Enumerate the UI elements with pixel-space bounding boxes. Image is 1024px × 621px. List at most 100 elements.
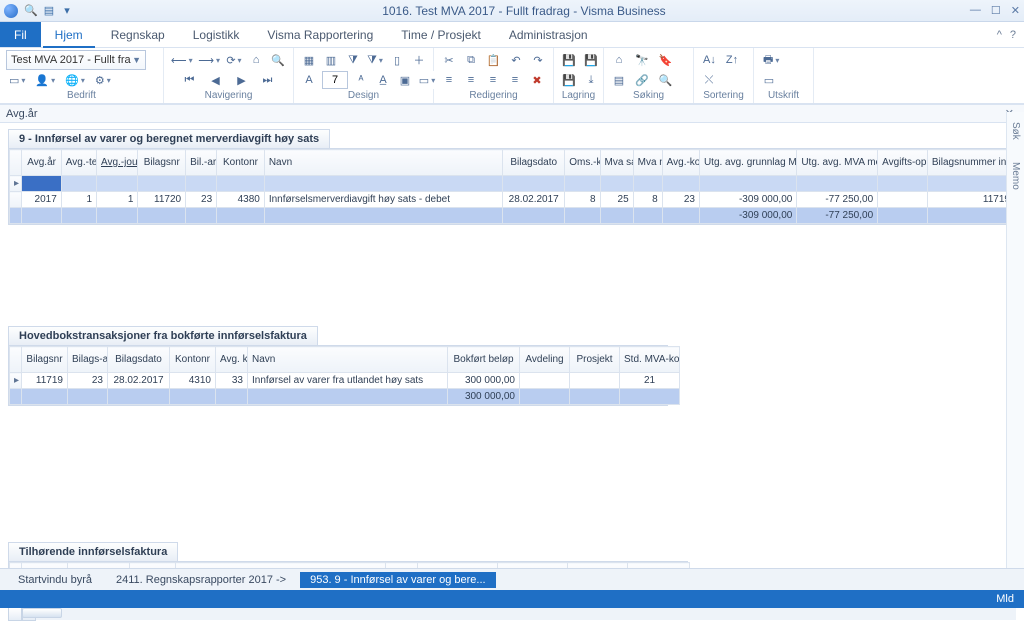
col-omskl[interactable]: Oms.-kl. [565,150,600,176]
quick-search-icon[interactable]: 🔍 [24,4,38,18]
horizontal-scrollbar[interactable] [8,606,1016,620]
menu-rapportering[interactable]: Visma Rapportering [253,22,387,47]
preview-icon[interactable]: ▭ [760,71,778,89]
nav-last-icon[interactable]: ⏭ [259,71,277,89]
add-col-icon[interactable]: ＋ [410,51,428,69]
col-navn[interactable]: Navn [248,347,448,373]
save-all-icon[interactable]: 💾 [582,51,600,69]
maximize-button[interactable]: ☐ [991,4,1001,17]
row-del-icon[interactable]: ≡ [484,71,502,89]
col-utgmva[interactable]: Utg. avg. MVA melding [797,150,878,176]
search-zoom-icon[interactable]: 🔍 [656,71,676,89]
print-icon[interactable]: 🖶 [760,51,782,69]
gear-icon[interactable]: ⚙ [92,71,114,89]
nav-first-icon[interactable]: ⏮ [181,71,199,89]
tab-rapporter[interactable]: 2411. Regnskapsrapporter 2017 -> [106,572,296,588]
side-tab-sok[interactable]: Søk [1010,122,1021,140]
filter2-icon[interactable]: ⧩ [366,51,384,69]
undo-icon[interactable]: ↶ [507,51,525,69]
col-saft[interactable]: Std. MVA-kode SAF-T [620,347,680,373]
col-bilagsnr[interactable]: Bilagsnr [138,150,186,176]
nav-fwd-icon[interactable]: ⟶ [197,51,220,69]
font-a-icon[interactable]: A [300,71,318,89]
sort-clear-icon[interactable]: ⤬ [700,71,718,89]
menu-admin[interactable]: Administrasjon [495,22,602,47]
table-row-selected-empty[interactable]: ▸ [10,176,1015,192]
close-button[interactable]: ✕ [1011,4,1020,17]
quick-drop-icon[interactable]: ▾ [60,4,74,18]
section1-tab[interactable]: 9 - Innførsel av varer og beregnet merve… [8,129,330,148]
user-icon[interactable]: 👤 [32,71,58,89]
save-icon[interactable]: 💾 [560,51,578,69]
filter-icon[interactable]: ⧩ [344,51,362,69]
table-row[interactable]: ▸ 11719 23 28.02.2017 4310 33 Innførsel … [10,373,680,389]
col-grunnlag[interactable]: Utg. avg. grunnlag MVA melding [699,150,796,176]
cut-icon[interactable]: ✂ [440,51,458,69]
font-small-icon[interactable]: ᴬ [352,71,370,89]
layout2-icon[interactable]: ▥ [322,51,340,69]
font-size-input[interactable] [322,71,348,89]
col-mvasats[interactable]: Mva sats [600,150,633,176]
delete-icon[interactable]: ✖ [528,71,546,89]
color-icon[interactable]: ▣ [396,71,414,89]
search-bino-icon[interactable]: 🔭 [632,51,652,69]
nav-search-icon[interactable]: 🔍 [269,51,287,69]
search-house-icon[interactable]: ⌂ [610,51,628,69]
layout-icon[interactable]: ▦ [300,51,318,69]
copy-icon[interactable]: ⧉ [462,51,480,69]
help-icon[interactable]: ? [1010,29,1016,41]
col-term[interactable]: Avg.-term [61,150,96,176]
nav-home-icon[interactable]: ⌂ [247,51,265,69]
col-navn[interactable]: Navn [264,150,502,176]
sort-asc-icon[interactable]: A↓ [700,51,719,69]
col-bilart[interactable]: Bilags-art [68,347,108,373]
menu-hjem[interactable]: Hjem [41,22,97,47]
section3-tab[interactable]: Tilhørende innførselsfaktura [8,542,178,561]
col-icon[interactable]: ▯ [388,51,406,69]
row-ins-icon[interactable]: ≡ [440,71,458,89]
tab-953[interactable]: 953. 9 - Innførsel av varer og bere... [300,572,495,588]
sort-desc-icon[interactable]: Z↑ [723,51,741,69]
nav-back-icon[interactable]: ⟵ [170,51,193,69]
search-tag-icon[interactable]: 🔖 [656,51,676,69]
tab-startvindu[interactable]: Startvindu byrå [8,572,102,588]
col-pros[interactable]: Prosjekt [570,347,620,373]
col-dato[interactable]: Bilagsdato [503,150,565,176]
quick-doc-icon[interactable]: ▤ [42,4,56,18]
paste-icon[interactable]: 📋 [484,51,503,69]
minimize-button[interactable]: — [970,4,981,17]
table-row[interactable]: 2017 1 1 11720 23 4380 Innførselsmerverd… [10,192,1015,208]
col-innf[interactable]: Bilagsnummer innførselsfaktura [927,150,1014,176]
menu-logistikk[interactable]: Logistikk [179,22,254,47]
row-del2-icon[interactable]: ≡ [506,71,524,89]
search-link-icon[interactable]: 🔗 [632,71,652,89]
col-bilagsnr[interactable]: Bilagsnr [22,347,68,373]
save3-icon[interactable]: ⤓ [582,71,600,89]
col-avgkode[interactable]: Avg.-kode [662,150,699,176]
section2-tab[interactable]: Hovedbokstransaksjoner fra bokførte innf… [8,326,318,345]
col-konto[interactable]: Kontonr [170,347,216,373]
font-big-icon[interactable]: A̲ [374,71,392,89]
new-doc-icon[interactable]: ▭ [6,71,28,89]
col-jour[interactable]: Avg.-jour.nr [97,150,138,176]
col-dato[interactable]: Bilagsdato [108,347,170,373]
row-ins2-icon[interactable]: ≡ [462,71,480,89]
nav-next-icon[interactable]: ▶ [233,71,251,89]
file-menu[interactable]: Fil [0,22,41,47]
col-avd[interactable]: Avdeling [520,347,570,373]
company-select[interactable]: Test MVA 2017 - Fullt fra ▼ [6,50,146,70]
col-bilart[interactable]: Bil.-art [186,150,217,176]
col-avgar[interactable]: Avg.år [22,150,61,176]
nav-refresh-icon[interactable]: ⟳ [225,51,243,69]
globe-icon[interactable]: 🌐 [62,71,88,89]
save2-icon[interactable]: 💾 [560,71,578,89]
menu-time[interactable]: Time / Prosjekt [387,22,495,47]
menu-regnskap[interactable]: Regnskap [97,22,179,47]
side-tab-memo[interactable]: Memo [1010,162,1021,190]
nav-prev-icon[interactable]: ◀ [207,71,225,89]
ribbon-toggle-icon[interactable]: ^ [997,29,1002,41]
redo-icon[interactable]: ↷ [529,51,547,69]
col-konto[interactable]: Kontonr [217,150,265,176]
col-avgkode[interactable]: Avg. kode [216,347,248,373]
col-oppgnr[interactable]: Avgifts-oppg.nr [878,150,928,176]
